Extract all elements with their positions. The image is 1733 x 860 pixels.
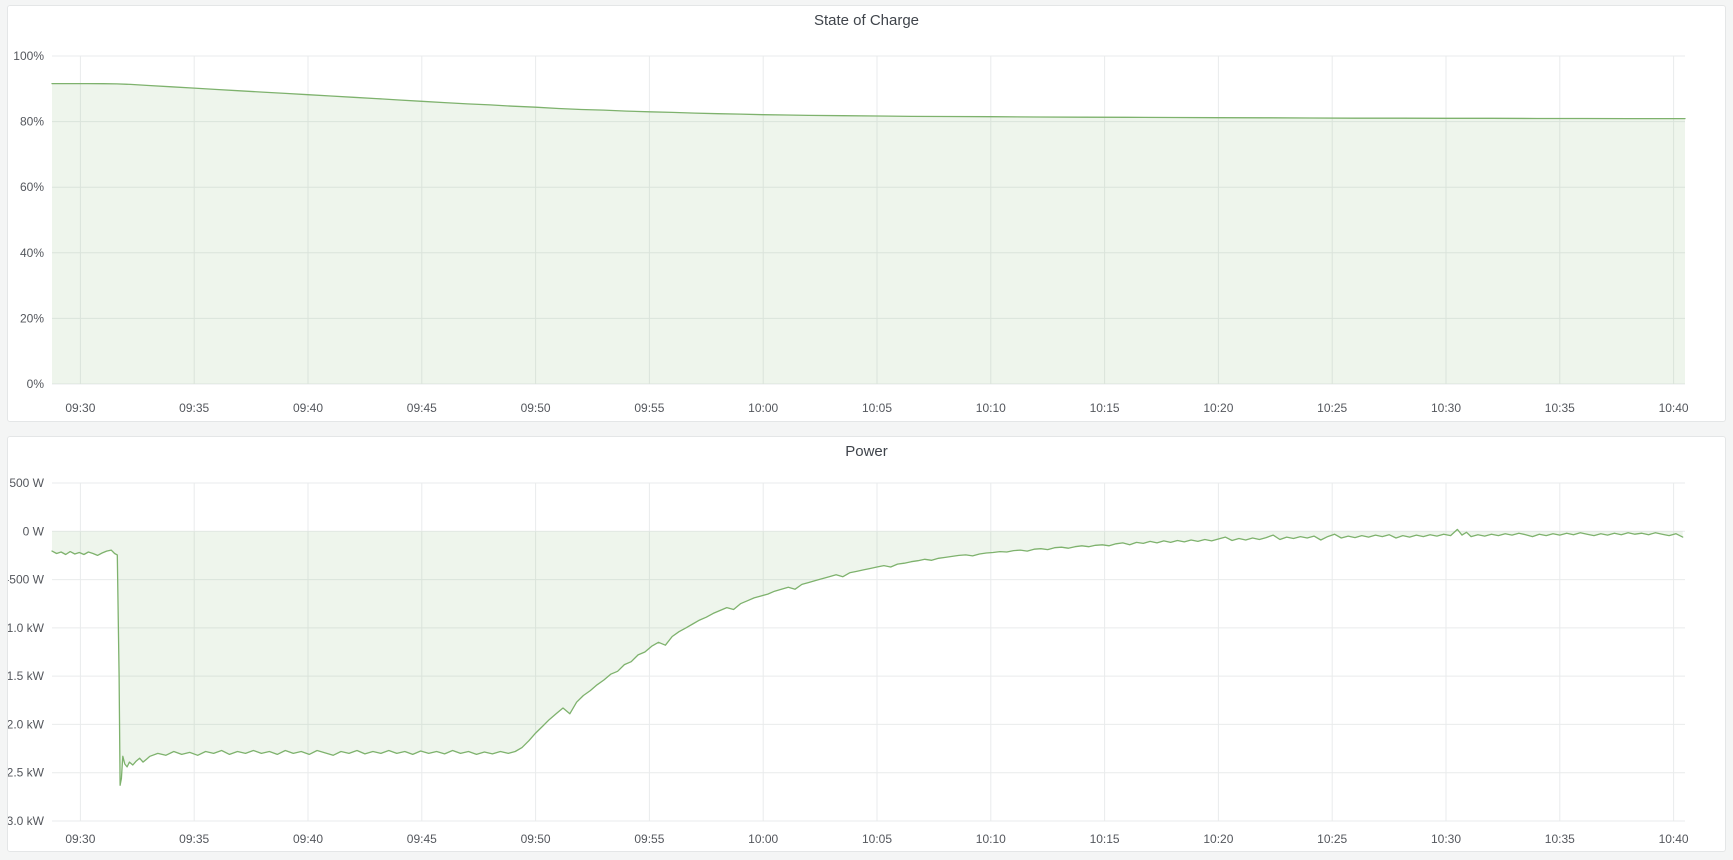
x-tick-label: 10:20 xyxy=(1203,832,1233,846)
x-tick-label: 10:20 xyxy=(1203,401,1233,415)
y-tick-label: -2.5 kW xyxy=(8,766,45,780)
panel-state-of-charge: State of Charge 100% 80% 60% 40% 20% 0% 09:30 0… xyxy=(7,5,1726,422)
power-chart[interactable]: 500 W 0 W -500 W -1.0 kW -1.5 kW -2.0 kW -2.5 … xyxy=(8,437,1725,851)
panel-title-power: Power xyxy=(845,437,888,467)
x-tick-label: 10:10 xyxy=(976,401,1006,415)
state-of-charge-chart[interactable]: 100% 80% 60% 40% 20% 0% 09:30 09:35 09:40 09:45 09… xyxy=(8,6,1725,421)
x-tick-label: 09:35 xyxy=(179,832,209,846)
x-tick-label: 10:40 xyxy=(1659,832,1689,846)
y-tick-label: 60% xyxy=(20,180,44,194)
x-tick-label: 10:05 xyxy=(862,832,892,846)
x-tick-label: 09:55 xyxy=(634,832,664,846)
y-tick-label: 40% xyxy=(20,246,44,260)
x-tick-label: 10:40 xyxy=(1659,401,1689,415)
series-area xyxy=(52,529,1683,785)
x-tick-label: 10:30 xyxy=(1431,832,1461,846)
x-tick-label: 09:40 xyxy=(293,401,323,415)
y-tick-label: -1.5 kW xyxy=(8,669,45,683)
x-tick-label: 09:45 xyxy=(407,832,437,846)
x-tick-label: 09:55 xyxy=(634,401,664,415)
series-area xyxy=(52,84,1685,384)
x-tick-label: 10:15 xyxy=(1090,401,1120,415)
x-tick-label: 10:00 xyxy=(748,401,778,415)
x-tick-label: 09:30 xyxy=(65,401,95,415)
y-tick-label: -2.0 kW xyxy=(8,717,45,731)
x-tick-label: 10:15 xyxy=(1090,832,1120,846)
x-tick-label: 10:25 xyxy=(1317,401,1347,415)
panel-header-power[interactable]: Power xyxy=(8,437,1725,467)
y-tick-label: 0 W xyxy=(23,524,45,538)
y-tick-label: -1.0 kW xyxy=(8,621,45,635)
y-tick-label: 20% xyxy=(20,311,44,325)
x-tick-label: 09:40 xyxy=(293,832,323,846)
y-tick-label: 500 W xyxy=(9,476,44,490)
panel-power: Power 500 W 0 W -500 W -1.0 kW -1.5 kW -2.0 k… xyxy=(7,436,1726,852)
x-tick-label: 09:30 xyxy=(65,832,95,846)
x-tick-label: 10:25 xyxy=(1317,832,1347,846)
y-tick-label: 80% xyxy=(20,115,44,129)
x-tick-label: 10:30 xyxy=(1431,401,1461,415)
panel-header-state-of-charge[interactable]: State of Charge xyxy=(8,6,1725,36)
x-tick-label: 10:10 xyxy=(976,832,1006,846)
y-tick-label: -500 W xyxy=(8,573,45,587)
x-tick-label: 10:35 xyxy=(1545,832,1575,846)
dashboard: State of Charge 100% 80% 60% 40% 20% 0% 09:30 0… xyxy=(0,0,1733,860)
x-tick-label: 09:45 xyxy=(407,401,437,415)
x-tick-label: 10:00 xyxy=(748,832,778,846)
y-tick-label: -3.0 kW xyxy=(8,814,45,828)
x-tick-label: 09:50 xyxy=(521,401,551,415)
x-tick-label: 09:50 xyxy=(521,832,551,846)
y-tick-label: 100% xyxy=(13,49,44,63)
x-tick-label: 10:35 xyxy=(1545,401,1575,415)
panel-title-state-of-charge: State of Charge xyxy=(814,6,919,36)
x-tick-label: 09:35 xyxy=(179,401,209,415)
y-tick-label: 0% xyxy=(27,377,45,391)
x-tick-label: 10:05 xyxy=(862,401,892,415)
